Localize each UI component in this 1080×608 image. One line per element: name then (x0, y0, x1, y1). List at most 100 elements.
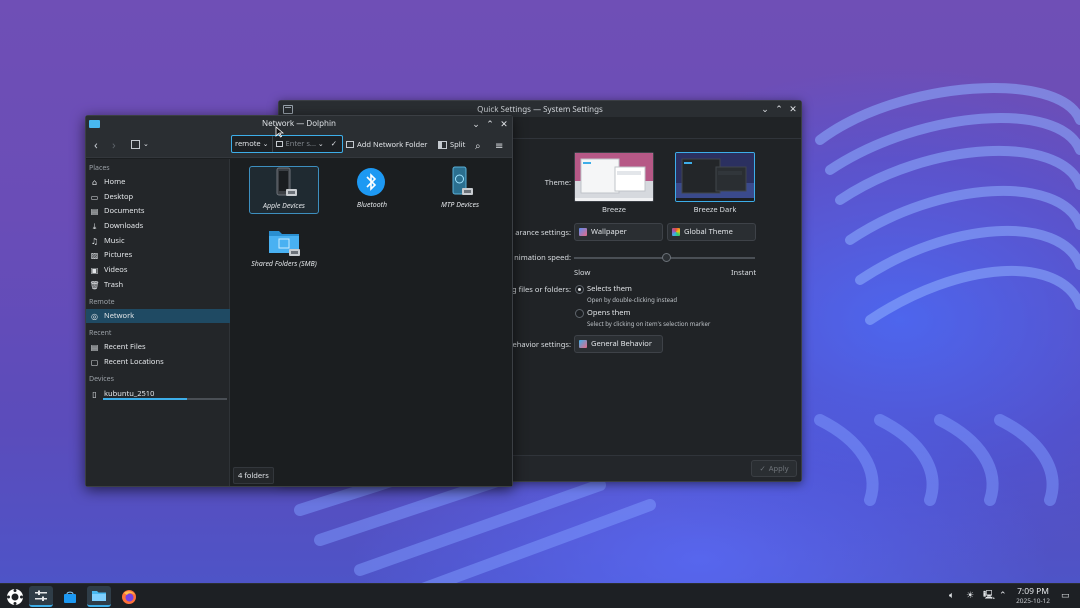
sidebar-item-trash[interactable]: 🗑 Trash (86, 278, 230, 292)
pictures-icon: ▨ (90, 249, 99, 261)
chevron-down-icon: ⌄ (262, 139, 269, 149)
minimize-button[interactable]: ⌄ (761, 103, 769, 114)
folder-icon (92, 590, 106, 601)
devices-header: Devices (89, 375, 114, 384)
menu-button[interactable]: ≡ (495, 137, 503, 152)
clock-date: 2025-10-12 (1016, 596, 1050, 605)
recent-header: Recent (89, 329, 112, 338)
item-mtp-devices[interactable]: MTP Devices (425, 166, 495, 214)
desktop-icon: ▭ (90, 191, 99, 203)
window-title: Network — Dolphin (262, 118, 336, 129)
minimize-button[interactable]: ⌄ (472, 118, 480, 129)
taskbar-system-settings[interactable] (29, 586, 53, 607)
sidebar-item-label: Recent Files (104, 342, 146, 352)
confirm-check-icon[interactable]: ✓ (331, 139, 337, 149)
downloads-icon: ⤓ (92, 220, 97, 232)
theme-preview-breeze[interactable] (574, 152, 654, 202)
taskbar-firefox[interactable] (117, 586, 141, 607)
dolphin-toolbar: ‹ › ⌄ remote ⌄ Enter s... ⌄ ✓ Add Networ… (86, 131, 512, 158)
sidebar-item-kubuntu-drive[interactable]: ▯ kubuntu_2510 (86, 386, 230, 402)
global-theme-button[interactable]: Global Theme (667, 223, 756, 241)
location-segment[interactable]: remote ⌄ (232, 136, 273, 152)
forward-button[interactable]: › (112, 136, 116, 153)
wallpaper-button[interactable]: Wallpaper (574, 223, 663, 241)
show-desktop-icon[interactable]: ▭ (1061, 588, 1070, 601)
general-behavior-button-label: General Behavior (591, 339, 652, 349)
status-bar: 4 folders (233, 467, 274, 484)
back-arrow-icon: ‹ (94, 136, 98, 153)
sidebar-item-home[interactable]: ⌂ Home (86, 175, 230, 189)
animation-speed-handle[interactable] (662, 253, 672, 262)
taskbar: 🔈︎ ☀︎ 🖳︎ ⌃ 7:09 PM 2025-10-12 ▭ (0, 583, 1080, 608)
maximize-button[interactable]: ⌃ (486, 118, 494, 129)
phone-icon (276, 167, 297, 196)
apply-button[interactable]: ✓ Apply (751, 460, 797, 477)
split-button[interactable]: Split (438, 137, 465, 152)
sidebar-item-desktop[interactable]: ▭ Desktop (86, 190, 230, 204)
global-theme-button-label: Global Theme (684, 227, 733, 237)
sidebar-item-recent-locations[interactable]: ▢ Recent Locations (86, 355, 230, 369)
item-apple-devices[interactable]: Apple Devices (249, 166, 319, 214)
sidebar-item-label: Downloads (104, 221, 144, 231)
sidebar-item-videos[interactable]: ▣ Videos (86, 263, 230, 277)
dolphin-titlebar[interactable]: Network — Dolphin ⌄ ⌃ ✕ (86, 116, 512, 131)
recent-files-icon: ▤ (90, 341, 99, 353)
close-button[interactable]: ✕ (789, 103, 797, 114)
window-title: Quick Settings — System Settings (477, 103, 603, 115)
tray-expand-chevron-icon[interactable]: ⌃ (999, 588, 1007, 601)
selects-them-radio[interactable] (575, 285, 584, 294)
sidebar-item-pictures[interactable]: ▨ Pictures (86, 248, 230, 262)
theme-preview-breeze-dark[interactable] (675, 152, 755, 202)
opens-them-radio[interactable] (575, 309, 584, 318)
home-icon: ⌂ (91, 176, 98, 188)
taskbar-dolphin[interactable] (87, 586, 111, 607)
brightness-icon[interactable]: ☀︎ (966, 588, 974, 601)
recent-locations-icon: ▢ (90, 356, 99, 368)
location-input[interactable]: Enter s... (283, 139, 316, 149)
sidebar-item-label: Documents (104, 206, 145, 216)
sidebar-item-network[interactable]: ◎ Network (86, 309, 230, 323)
settings-sliders-icon (35, 590, 47, 601)
application-launcher-button[interactable] (3, 586, 27, 607)
sidebar-item-documents[interactable]: ▤ Documents (86, 204, 230, 218)
volume-icon[interactable]: 🔈︎ (949, 588, 954, 601)
network-status-icon[interactable]: 🖳︎ (983, 588, 995, 604)
general-behavior-icon (579, 340, 587, 348)
sidebar-item-label: Recent Locations (104, 357, 164, 367)
chevron-down-icon: ⌄ (143, 140, 149, 149)
close-button[interactable]: ✕ (500, 118, 508, 129)
sidebar-item-label: Videos (104, 265, 128, 275)
sidebar-item-music[interactable]: ♫ Music (86, 234, 230, 248)
animation-slow-label: Slow (574, 268, 591, 278)
location-bar[interactable]: remote ⌄ Enter s... ⌄ ✓ (231, 135, 343, 153)
general-behavior-button[interactable]: General Behavior (574, 335, 663, 353)
theme-label: Theme: (544, 178, 571, 188)
chevron-down-icon[interactable]: ⌄ (318, 140, 324, 149)
taskbar-discover[interactable] (58, 586, 82, 607)
item-shared-folders[interactable]: Shared Folders (SMB) (249, 225, 319, 283)
sidebar-item-label: Network (104, 311, 135, 321)
theme-caption-breeze-dark: Breeze Dark (693, 205, 737, 215)
item-label: Bluetooth (356, 201, 388, 210)
apply-button-label: Apply (768, 463, 789, 474)
back-button[interactable]: ‹ (94, 136, 98, 153)
sidebar-item-downloads[interactable]: ⤓ Downloads (86, 219, 230, 233)
global-theme-icon (672, 228, 680, 236)
sidebar-item-label: Desktop (104, 192, 134, 202)
sidebar-item-label: Home (104, 177, 126, 187)
view-mode-button[interactable]: ⌄ (131, 137, 149, 152)
network-folder-icon (269, 231, 300, 256)
hamburger-menu-icon: ≡ (495, 137, 504, 152)
clock[interactable]: 7:09 PM 2025-10-12 (1016, 587, 1050, 605)
search-button[interactable]: ⌕ (475, 137, 481, 152)
forward-arrow-icon: › (112, 136, 116, 153)
maximize-button[interactable]: ⌃ (775, 103, 783, 114)
search-icon: ⌕ (475, 137, 481, 152)
sidebar-item-recent-files[interactable]: ▤ Recent Files (86, 340, 230, 354)
item-bluetooth[interactable]: Bluetooth (337, 166, 407, 214)
remote-header: Remote (89, 298, 115, 307)
places-header: Places (89, 164, 110, 173)
add-network-folder-button[interactable]: Add Network Folder (346, 137, 427, 152)
split-view-icon (438, 140, 447, 149)
add-folder-icon (346, 141, 354, 148)
